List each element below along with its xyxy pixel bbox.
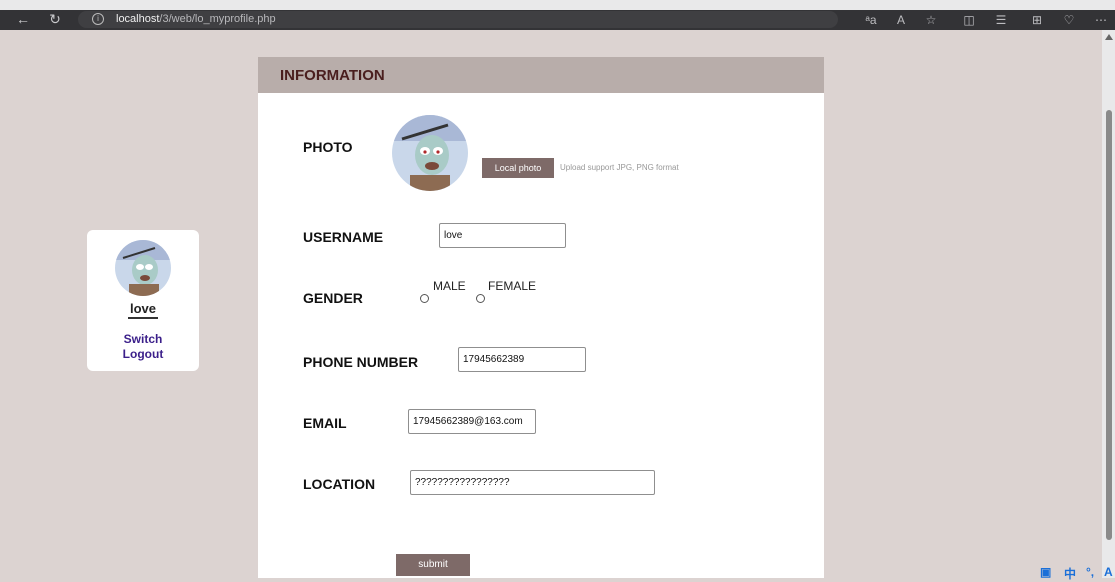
gender-female-radio[interactable] bbox=[476, 294, 485, 303]
back-icon[interactable]: ← bbox=[14, 10, 32, 28]
gender-male-radio[interactable] bbox=[420, 294, 429, 303]
ime-chinese-icon[interactable]: 中 bbox=[1064, 565, 1076, 582]
location-field[interactable] bbox=[410, 470, 655, 495]
phone-field[interactable] bbox=[458, 347, 586, 372]
gender-female-label: FEMALE bbox=[488, 279, 537, 293]
username-display: love bbox=[87, 301, 199, 319]
browser-toolbar: ← ↻ i localhost/3/web/lo_myprofile.php ᵃ… bbox=[0, 10, 1115, 30]
address-url: localhost/3/web/lo_myprofile.php bbox=[116, 13, 276, 25]
username-field[interactable] bbox=[439, 223, 566, 248]
refresh-icon[interactable]: ↻ bbox=[46, 10, 64, 28]
collections-icon[interactable]: ⊞ bbox=[1028, 11, 1046, 29]
extensions-icon[interactable]: ♡ bbox=[1060, 11, 1078, 29]
text-size-icon[interactable]: A bbox=[892, 11, 910, 29]
email-label: EMAIL bbox=[303, 415, 347, 431]
gender-label: GENDER bbox=[303, 290, 363, 306]
favorites-list-icon[interactable]: ☰ bbox=[992, 11, 1010, 29]
email-field[interactable] bbox=[408, 409, 536, 434]
more-icon[interactable]: ⋯ bbox=[1092, 11, 1110, 29]
ime-assistant-icon[interactable]: A bbox=[1104, 565, 1113, 579]
upload-hint: Upload support JPG, PNG format bbox=[560, 163, 679, 172]
scroll-up-icon[interactable] bbox=[1105, 34, 1113, 40]
site-info-icon[interactable]: i bbox=[92, 13, 104, 25]
photo-label: PHOTO bbox=[303, 139, 353, 155]
ime-logo-icon[interactable]: ▣ bbox=[1040, 565, 1051, 579]
scroll-thumb[interactable] bbox=[1106, 110, 1112, 540]
submit-button[interactable]: submit bbox=[396, 554, 470, 576]
read-aloud-icon[interactable]: ᵃa bbox=[862, 11, 880, 29]
username-label: USERNAME bbox=[303, 229, 384, 245]
phone-label: PHONE NUMBER bbox=[303, 354, 419, 370]
switch-link[interactable]: Switch bbox=[87, 332, 199, 346]
local-photo-button[interactable]: Local photo bbox=[482, 158, 554, 178]
profile-photo bbox=[392, 115, 468, 191]
logout-link[interactable]: Logout bbox=[87, 347, 199, 361]
gender-male-label: MALE bbox=[433, 279, 466, 293]
profile-panel: INFORMATION PHOTO Local photo Upload sup… bbox=[258, 57, 824, 578]
vertical-scrollbar[interactable] bbox=[1102, 30, 1115, 578]
favorite-icon[interactable]: ☆ bbox=[922, 11, 940, 29]
location-label: LOCATION bbox=[303, 476, 376, 492]
avatar bbox=[115, 240, 171, 296]
ime-punctuation-icon[interactable]: °, bbox=[1086, 565, 1094, 579]
split-screen-icon[interactable]: ◫ bbox=[960, 11, 978, 29]
panel-title: INFORMATION bbox=[280, 67, 385, 84]
panel-header: INFORMATION bbox=[258, 57, 824, 93]
user-card: love Switch Logout bbox=[87, 230, 199, 371]
